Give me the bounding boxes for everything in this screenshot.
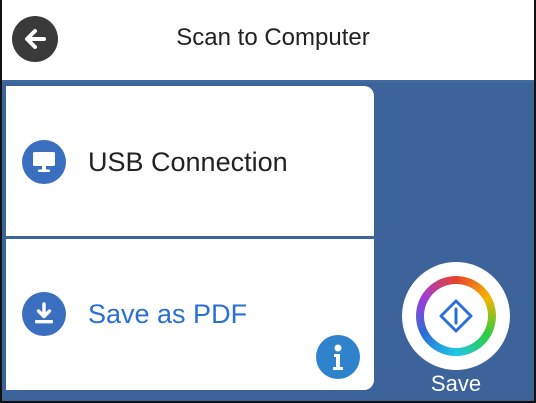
window-frame bbox=[0, 0, 536, 403]
